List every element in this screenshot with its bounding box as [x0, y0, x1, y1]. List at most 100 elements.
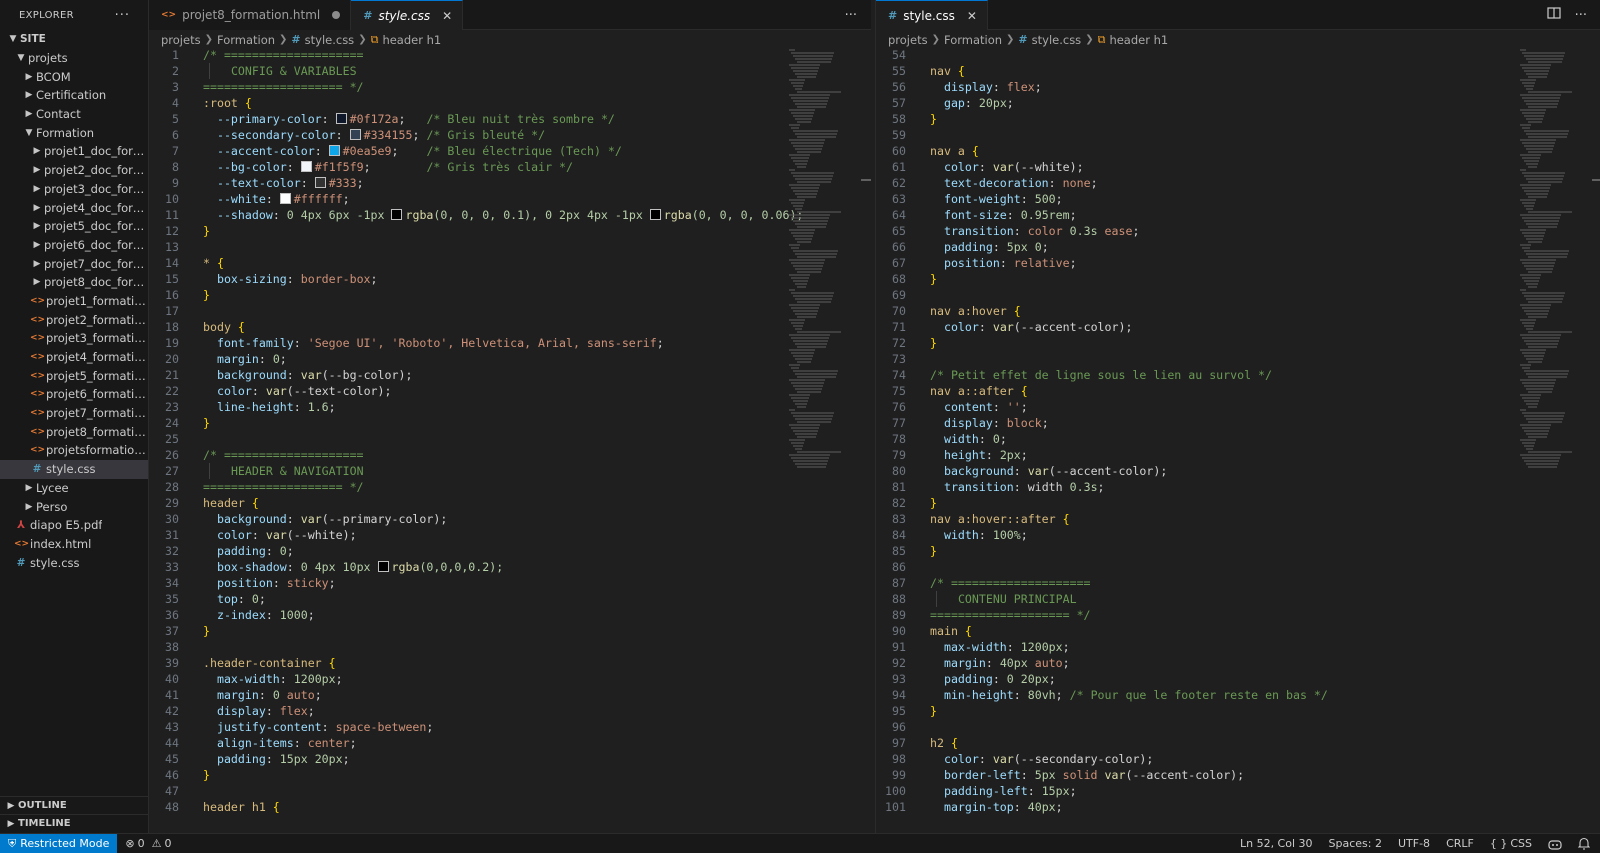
- chevron-right-icon: ▶: [25, 90, 33, 101]
- restricted-mode-badge[interactable]: ⛨ Restricted Mode: [0, 834, 118, 853]
- breadcrumb-item[interactable]: Formation: [944, 33, 1002, 47]
- color-swatch[interactable]: [279, 193, 291, 204]
- tree-folder[interactable]: ▶projet1_doc_format...: [0, 142, 148, 161]
- color-swatch[interactable]: [300, 161, 312, 172]
- code-token: :: [265, 544, 280, 558]
- minimap[interactable]: [1516, 49, 1584, 833]
- code-token: ;: [258, 592, 266, 606]
- color-swatch[interactable]: [391, 209, 403, 220]
- tree-file[interactable]: <>projet4_formation.h...: [0, 348, 148, 367]
- notifications-icon[interactable]: [1570, 837, 1600, 850]
- copilot-icon[interactable]: [1540, 838, 1570, 850]
- tree-folder[interactable]: ▶projet4_doc_format...: [0, 198, 148, 217]
- tree-folder[interactable]: ▶ Certification: [0, 86, 148, 105]
- breadcrumb-item[interactable]: header h1: [1109, 33, 1168, 47]
- tree-folder[interactable]: ▶projet6_doc_format...: [0, 236, 148, 255]
- tree-folder[interactable]: ▶projet3_doc_format...: [0, 180, 148, 199]
- tree-file[interactable]: # style.css: [0, 553, 148, 572]
- color-swatch[interactable]: [377, 561, 389, 572]
- line-number: 30: [165, 512, 179, 526]
- line-number: 21: [165, 368, 179, 382]
- vertical-scrollbar[interactable]: [1592, 49, 1600, 833]
- tree-folder[interactable]: ▼ projets: [0, 49, 148, 68]
- tree-folder[interactable]: ▶projet5_doc_format...: [0, 217, 148, 236]
- tree-file[interactable]: <>projet3_formation.h...: [0, 329, 148, 348]
- code-token: line-height: [203, 400, 294, 414]
- chevron-right-icon: ▶: [33, 165, 41, 176]
- breadcrumb-item[interactable]: projets: [161, 33, 201, 47]
- code-token: :: [265, 752, 280, 766]
- color-swatch[interactable]: [349, 129, 361, 140]
- more-actions-icon[interactable]: ···: [1575, 8, 1587, 23]
- color-swatch[interactable]: [649, 209, 661, 220]
- indentation[interactable]: Spaces: 2: [1321, 837, 1390, 850]
- tree-folder[interactable]: ▶ Perso: [0, 497, 148, 516]
- tree-folder[interactable]: ▶projet2_doc_format...: [0, 161, 148, 180]
- color-swatch[interactable]: [335, 113, 347, 124]
- code-text: text-decoration: none;: [930, 175, 1098, 191]
- tree-folder[interactable]: ▶ Lycee: [0, 479, 148, 498]
- end-of-line[interactable]: CRLF: [1438, 837, 1482, 850]
- line-number: 41: [165, 688, 179, 702]
- minimap-line: [1528, 301, 1562, 303]
- tree-file[interactable]: <>projet8_formation.h...: [0, 422, 148, 441]
- minimap-line: [1520, 334, 1561, 336]
- code-line: 84 width: 100%;: [876, 527, 1028, 543]
- more-actions-icon[interactable]: ···: [845, 8, 857, 23]
- encoding[interactable]: UTF-8: [1390, 837, 1438, 850]
- outline-section[interactable]: ▶ OUTLINE: [0, 796, 148, 814]
- tree-file[interactable]: <>projet1_formation.h...: [0, 292, 148, 311]
- unsaved-dot-icon[interactable]: [332, 11, 341, 19]
- tree-folder[interactable]: ▶ Contact: [0, 105, 148, 124]
- tree-file[interactable]: ⅄ diapo E5.pdf: [0, 516, 148, 535]
- close-icon[interactable]: ✕: [442, 9, 452, 23]
- minimap[interactable]: [785, 49, 853, 833]
- cursor-position[interactable]: Ln 52, Col 30: [1232, 837, 1321, 850]
- minimap-line: [1522, 82, 1535, 84]
- indent-guide: [209, 463, 217, 479]
- code-token: nav a:hover::after: [930, 512, 1056, 526]
- code-editor-left[interactable]: 1/* ==================== 2 CONFIG & VARIA…: [149, 49, 871, 833]
- tree-folder[interactable]: ▶projet8_doc_format...: [0, 273, 148, 292]
- scrollbar-marker: [861, 179, 871, 181]
- color-swatch[interactable]: [314, 177, 326, 188]
- tree-item-label: index.html: [30, 536, 92, 551]
- breadcrumb-item[interactable]: style.css: [1032, 33, 1082, 47]
- code-token: ;: [999, 432, 1007, 446]
- code-line: 80 background: var(--accent-color);: [876, 463, 1167, 479]
- code-line: 8 --bg-color: #f1f5f9; /* Gris très clai…: [149, 159, 573, 175]
- tree-file[interactable]: <>projet7_formation.h...: [0, 404, 148, 423]
- tree-file[interactable]: <>projet5_formation.h...: [0, 366, 148, 385]
- language-mode[interactable]: { } CSS: [1482, 837, 1540, 850]
- tree-folder[interactable]: ▶projet7_doc_format...: [0, 254, 148, 273]
- tree-folder[interactable]: ▶ BCOM: [0, 67, 148, 86]
- tree-file[interactable]: <>projet6_formation.h...: [0, 385, 148, 404]
- code-token: (--white);: [286, 528, 357, 542]
- tree-file[interactable]: <>projet2_formation.h...: [0, 310, 148, 329]
- minimap-line: [795, 58, 832, 60]
- editor-tab[interactable]: <> projet8_formation.html: [149, 0, 352, 30]
- code-token: ease: [1104, 224, 1133, 238]
- editor-tab[interactable]: # style.css ✕: [351, 0, 464, 30]
- code-token: }: [203, 288, 210, 302]
- timeline-section[interactable]: ▶ TIMELINE: [0, 814, 148, 832]
- minimap-line: [791, 217, 829, 219]
- problems-indicator[interactable]: ⊗ 0 ⚠ 0: [117, 837, 179, 850]
- minimap-line: [791, 427, 819, 429]
- color-swatch[interactable]: [328, 145, 340, 156]
- tree-file[interactable]: # style.css: [0, 459, 148, 479]
- split-editor-icon[interactable]: [1546, 6, 1561, 24]
- breadcrumb-item[interactable]: Formation: [217, 33, 275, 47]
- close-icon[interactable]: ✕: [967, 9, 977, 23]
- tree-folder[interactable]: ▼ Formation: [0, 123, 148, 142]
- more-actions-icon[interactable]: ···: [115, 8, 130, 23]
- breadcrumb-item[interactable]: style.css: [305, 33, 355, 47]
- explorer-root-folder[interactable]: ▼ SITE: [0, 30, 148, 49]
- vertical-scrollbar[interactable]: [861, 49, 871, 833]
- editor-tab[interactable]: # style.css ✕: [876, 0, 988, 30]
- breadcrumb-item[interactable]: projets: [888, 33, 928, 47]
- tree-file[interactable]: <> index.html: [0, 535, 148, 554]
- tree-file[interactable]: <>projetsformation.ht...: [0, 441, 148, 460]
- code-editor-right[interactable]: 54 55 nav {56 display: flex; 57 gap: 20px; 5…: [876, 49, 1600, 833]
- breadcrumb-item[interactable]: header h1: [382, 33, 441, 47]
